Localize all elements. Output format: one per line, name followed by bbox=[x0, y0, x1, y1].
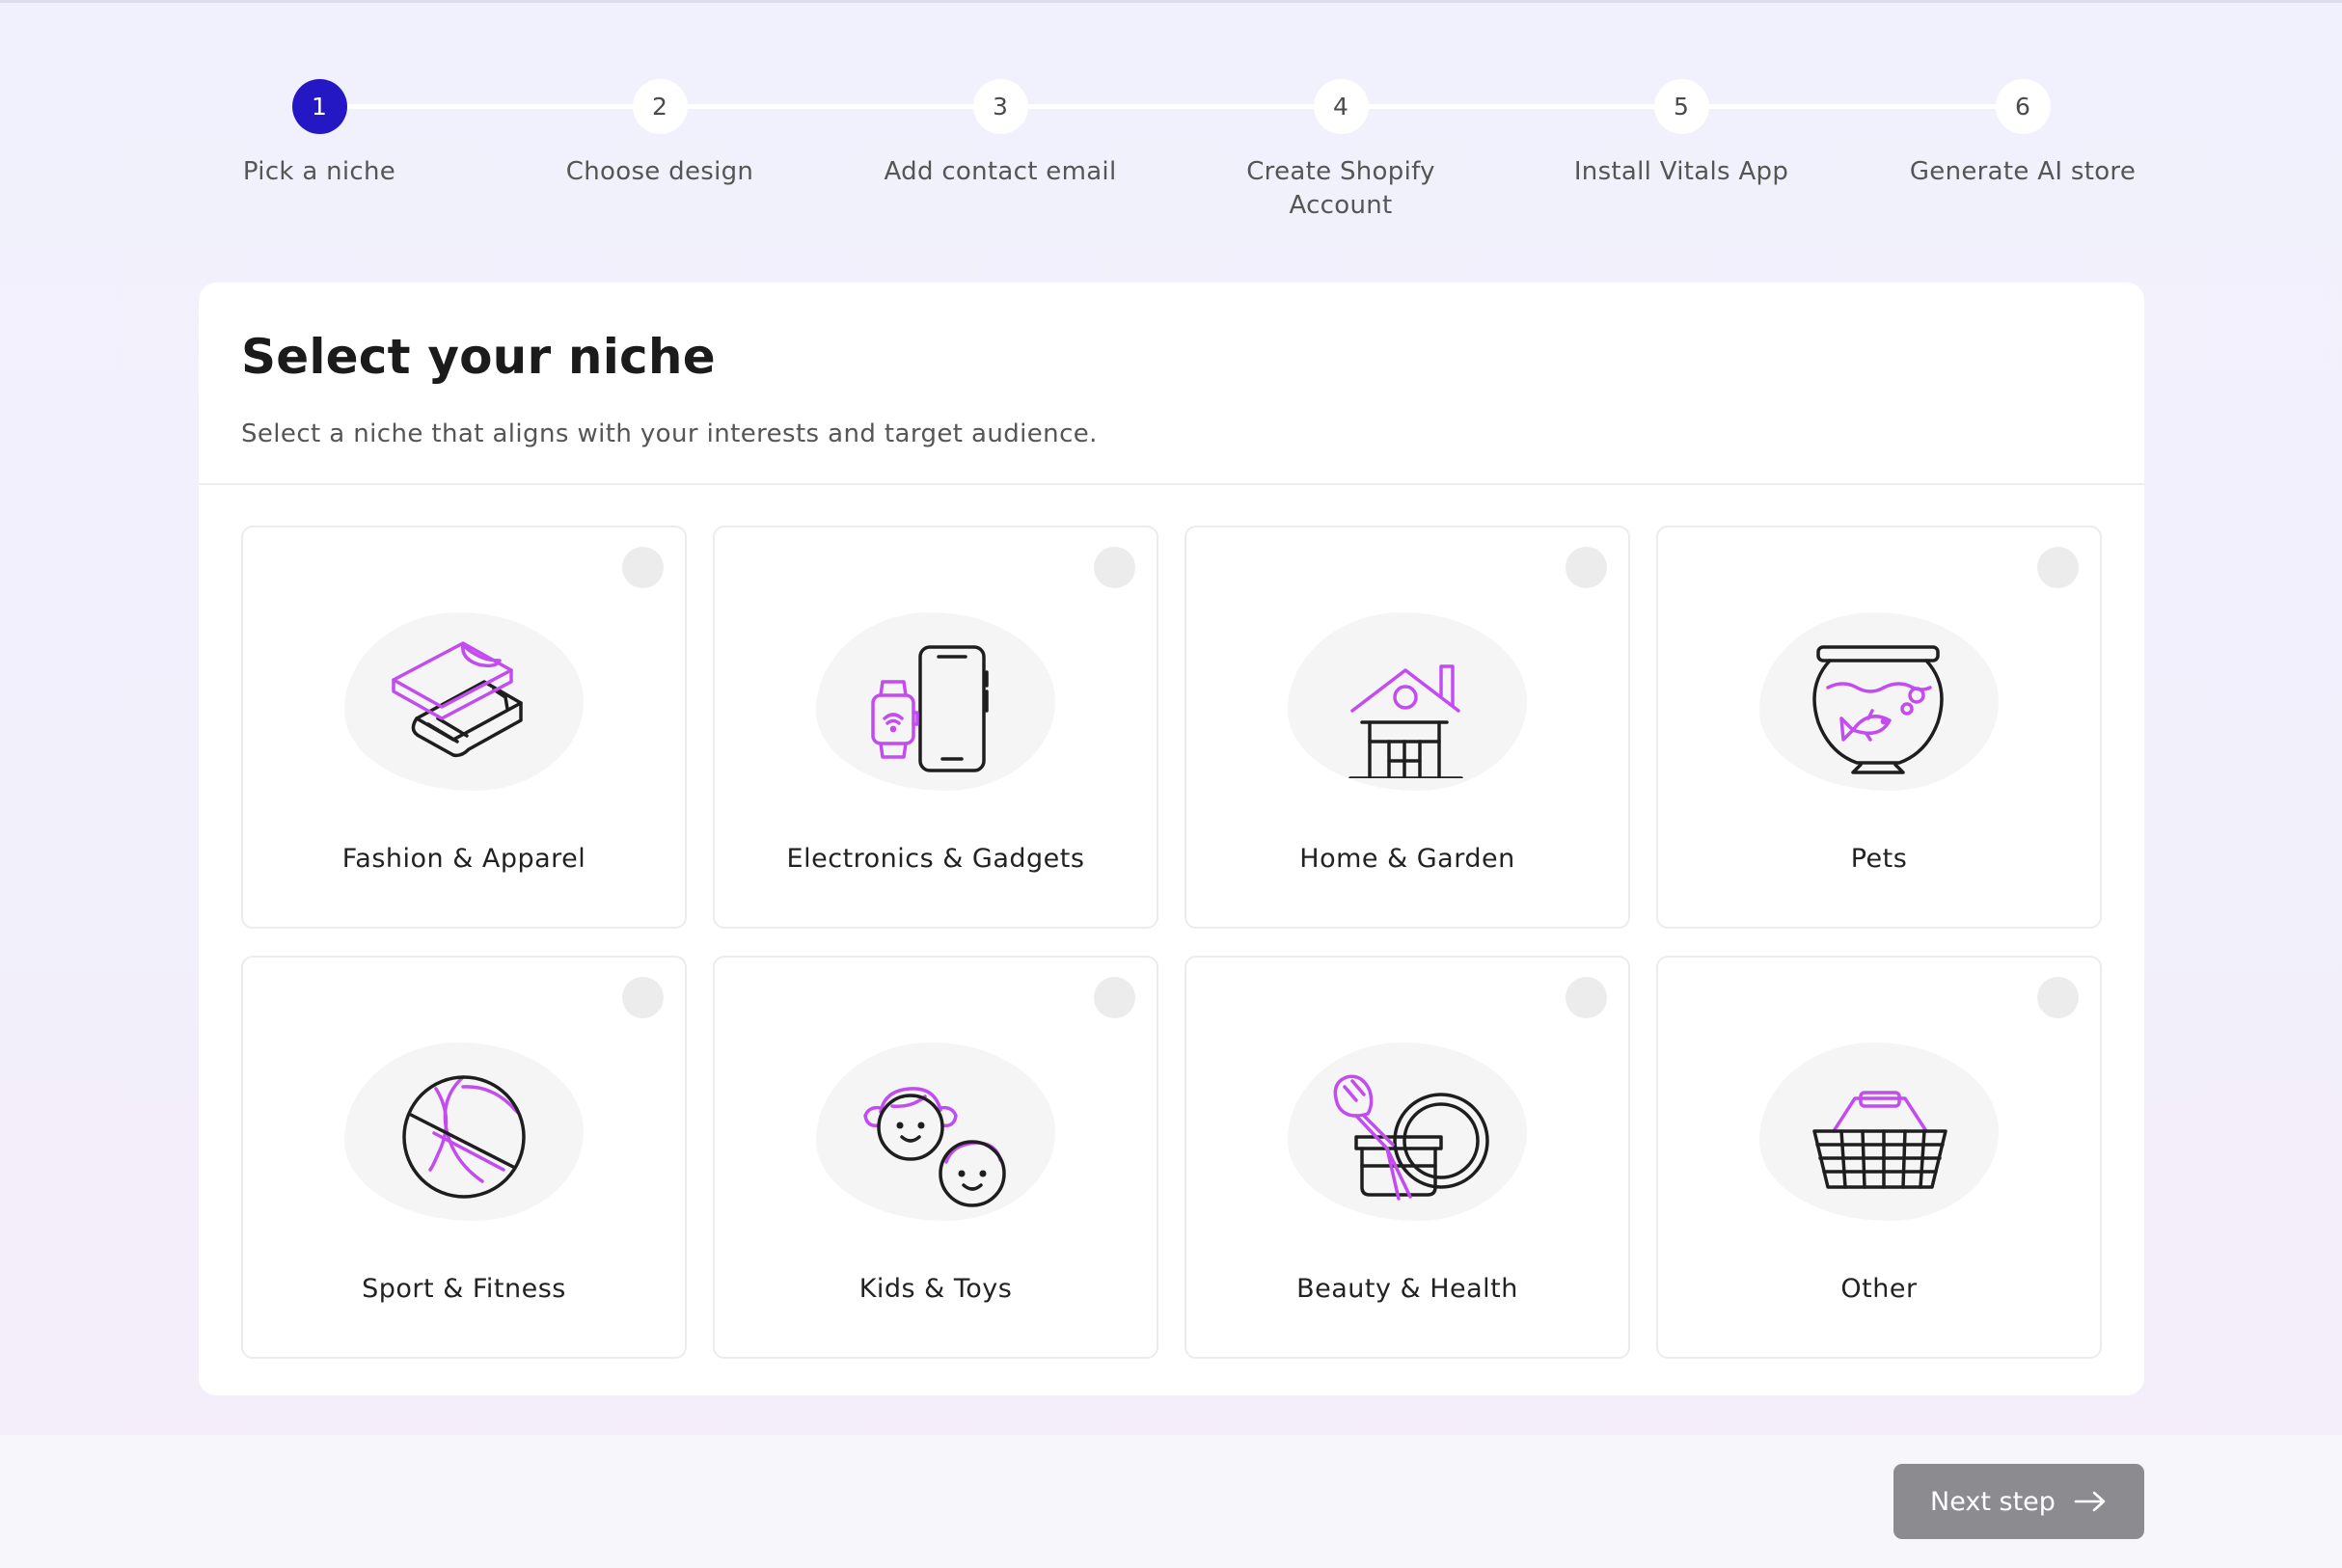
niche-option-other[interactable]: Other bbox=[1656, 956, 2102, 1359]
step-5[interactable]: 5 Install Vitals App bbox=[1508, 79, 1855, 189]
step-label: Generate AI store bbox=[1909, 157, 2137, 186]
card-header: Select your niche Select a niche that al… bbox=[199, 283, 2144, 485]
step-4[interactable]: 4 Create Shopify Account bbox=[1167, 79, 1514, 223]
niche-option-electronics[interactable]: Electronics & Gadgets bbox=[713, 526, 1158, 929]
radio-button[interactable] bbox=[1094, 977, 1135, 1018]
niche-option-home[interactable]: Home & Garden bbox=[1185, 526, 1630, 929]
step-number: 6 bbox=[1995, 79, 2051, 134]
niche-option-pets[interactable]: Pets bbox=[1656, 526, 2102, 929]
niche-label: Electronics & Gadgets bbox=[786, 844, 1085, 874]
radio-button[interactable] bbox=[1566, 977, 1607, 1018]
ball-icon bbox=[402, 1075, 526, 1199]
kids-faces-icon bbox=[863, 1087, 1006, 1207]
step-6[interactable]: 6 Generate AI store bbox=[1849, 79, 2196, 189]
niche-option-fashion[interactable]: Fashion & Apparel bbox=[241, 526, 687, 929]
progress-stepper: 1 Pick a niche 2 Choose design 3 Add con… bbox=[0, 0, 2342, 251]
step-2[interactable]: 2 Choose design bbox=[486, 79, 833, 189]
next-step-button[interactable]: Next step bbox=[1893, 1464, 2144, 1539]
cosmetics-icon bbox=[1333, 1074, 1489, 1201]
fishbowl-icon bbox=[1812, 645, 1944, 774]
niche-label: Home & Garden bbox=[1299, 844, 1515, 874]
step-label: Add contact email bbox=[884, 157, 1117, 186]
radio-button[interactable] bbox=[622, 977, 664, 1018]
house-icon bbox=[1348, 664, 1463, 778]
niche-option-kids[interactable]: Kids & Toys bbox=[713, 956, 1158, 1359]
footer-bar: Next step bbox=[0, 1435, 2342, 1568]
step-number: 4 bbox=[1313, 79, 1369, 134]
arrow-right-icon bbox=[2074, 1491, 2106, 1512]
niche-label: Fashion & Apparel bbox=[341, 844, 586, 874]
next-step-label: Next step bbox=[1930, 1486, 2056, 1517]
step-label: Create Shopify Account bbox=[1246, 157, 1435, 220]
radio-button[interactable] bbox=[2037, 547, 2079, 588]
niche-label: Kids & Toys bbox=[858, 1274, 1013, 1304]
clothing-icon bbox=[392, 641, 523, 758]
step-number: 5 bbox=[1653, 79, 1709, 134]
step-3[interactable]: 3 Add contact email bbox=[827, 79, 1174, 189]
basket-icon bbox=[1812, 1091, 1947, 1189]
page-subtitle: Select a niche that aligns with your int… bbox=[241, 419, 1098, 448]
page-title: Select your niche bbox=[241, 329, 716, 385]
radio-button[interactable] bbox=[622, 547, 664, 588]
niche-label: Pets bbox=[1850, 844, 1908, 874]
radio-button[interactable] bbox=[1094, 547, 1135, 588]
step-label: Choose design bbox=[565, 157, 754, 186]
radio-button[interactable] bbox=[1566, 547, 1607, 588]
step-label: Pick a niche bbox=[242, 157, 396, 186]
niche-option-beauty[interactable]: Beauty & Health bbox=[1185, 956, 1630, 1359]
niche-selection-card: Select your niche Select a niche that al… bbox=[199, 283, 2144, 1395]
step-number: 3 bbox=[972, 79, 1028, 134]
niche-label: Other bbox=[1840, 1274, 1918, 1304]
step-number: 2 bbox=[632, 79, 688, 134]
niche-option-sport[interactable]: Sport & Fitness bbox=[241, 956, 687, 1359]
niche-label: Beauty & Health bbox=[1296, 1274, 1518, 1304]
smartphone-watch-icon bbox=[871, 645, 989, 772]
radio-button[interactable] bbox=[2037, 977, 2079, 1018]
niche-label: Sport & Fitness bbox=[362, 1274, 566, 1304]
step-number: 1 bbox=[291, 79, 347, 134]
step-label: Install Vitals App bbox=[1573, 157, 1789, 186]
step-1[interactable]: 1 Pick a niche bbox=[146, 79, 493, 189]
